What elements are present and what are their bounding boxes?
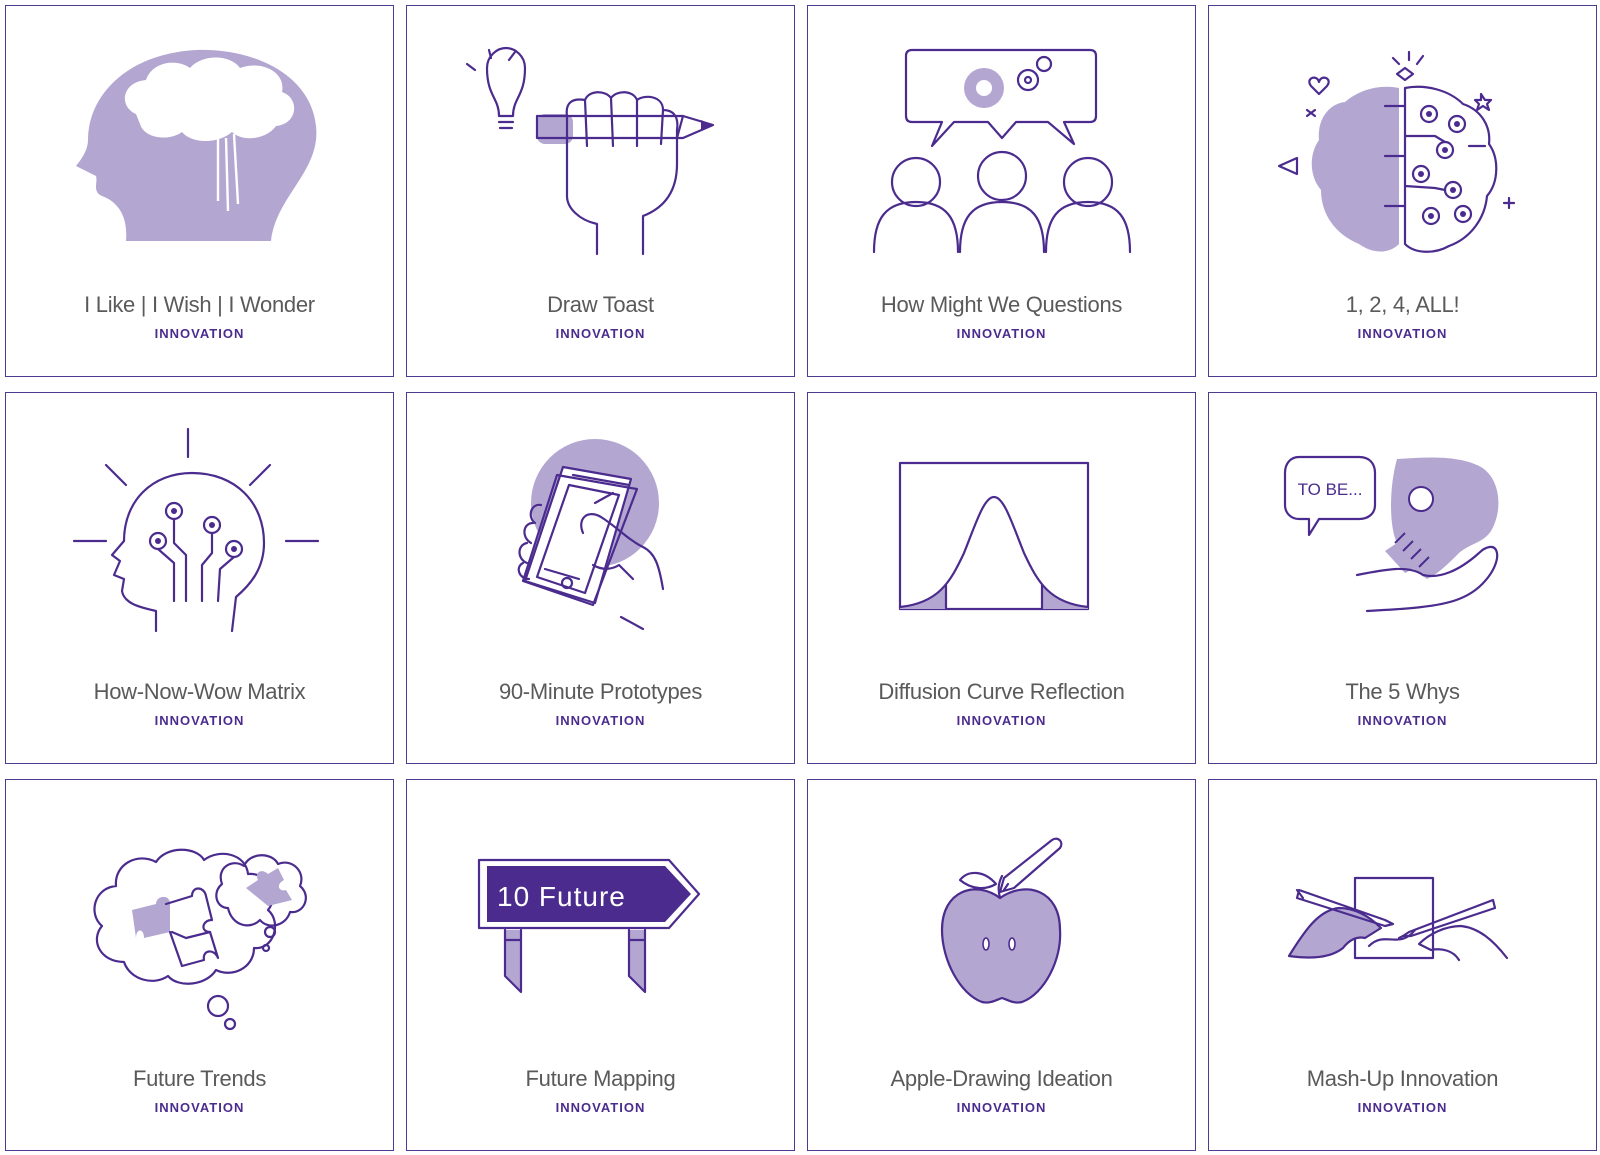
card-mash-up-innovation[interactable]: Mash-Up Innovation INNOVATION bbox=[1208, 779, 1597, 1151]
thought-puzzle-icon bbox=[93, 848, 307, 1031]
head-circuit-icon bbox=[72, 427, 320, 633]
hands-drawing-icon bbox=[1287, 876, 1509, 962]
card-how-might-we-questions[interactable]: How Might We Questions INNOVATION bbox=[807, 5, 1196, 377]
card-category: INNOVATION bbox=[555, 326, 646, 341]
card-category: INNOVATION bbox=[154, 326, 245, 341]
card-title: Draw Toast bbox=[547, 292, 654, 317]
card-the-5-whys[interactable]: TO BE... The 5 Whys INNOVATION bbox=[1208, 392, 1597, 764]
skull-hand-icon: TO BE... bbox=[1283, 455, 1499, 613]
card-future-trends[interactable]: Future Trends INNOVATION bbox=[5, 779, 394, 1151]
card-diffusion-curve-reflection[interactable]: Diffusion Curve Reflection INNOVATION bbox=[807, 392, 1196, 764]
card-category: INNOVATION bbox=[956, 713, 1047, 728]
sign-text: 10 Future bbox=[497, 881, 626, 912]
brain-circuit-icon bbox=[1277, 50, 1516, 253]
card-i-like-i-wish-i-wonder[interactable]: I Like | I Wish | I Wonder INNOVATION bbox=[5, 5, 394, 377]
card-1-2-4-all[interactable]: 1, 2, 4, ALL! INNOVATION bbox=[1208, 5, 1597, 377]
card-category: INNOVATION bbox=[956, 1100, 1047, 1115]
head-cloud-icon bbox=[76, 49, 317, 241]
card-category: INNOVATION bbox=[956, 326, 1047, 341]
card-category: INNOVATION bbox=[1357, 326, 1448, 341]
card-title: The 5 Whys bbox=[1345, 679, 1460, 704]
card-title: I Like | I Wish | I Wonder bbox=[84, 292, 315, 317]
card-title: Diffusion Curve Reflection bbox=[878, 679, 1125, 704]
speech-text: TO BE... bbox=[1298, 480, 1363, 499]
card-title: Mash-Up Innovation bbox=[1306, 1066, 1499, 1091]
card-category: INNOVATION bbox=[1357, 1100, 1448, 1115]
card-category: INNOVATION bbox=[154, 1100, 245, 1115]
bell-curve-icon bbox=[898, 461, 1090, 611]
card-how-now-wow-matrix[interactable]: How-Now-Wow Matrix INNOVATION bbox=[5, 392, 394, 764]
fist-pencil-lightbulb-icon bbox=[465, 46, 715, 256]
card-category: INNOVATION bbox=[154, 713, 245, 728]
card-title: 1, 2, 4, ALL! bbox=[1345, 292, 1460, 317]
card-title: How Might We Questions bbox=[880, 292, 1123, 317]
card-category: INNOVATION bbox=[555, 713, 646, 728]
card-future-mapping[interactable]: 10 Future Future Mapping INNOVATION bbox=[406, 779, 795, 1151]
card-category: INNOVATION bbox=[555, 1100, 646, 1115]
card-title: Apple-Drawing Ideation bbox=[890, 1066, 1113, 1091]
card-title: How-Now-Wow Matrix bbox=[93, 679, 306, 704]
card-apple-drawing-ideation[interactable]: Apple-Drawing Ideation INNOVATION bbox=[807, 779, 1196, 1151]
signpost-icon: 10 Future bbox=[477, 858, 701, 994]
card-90-minute-prototypes[interactable]: 90-Minute Prototypes INNOVATION bbox=[406, 392, 795, 764]
card-title: Future Mapping bbox=[525, 1066, 676, 1091]
card-title: Future Trends bbox=[132, 1066, 267, 1091]
hand-phone-icon bbox=[517, 439, 665, 631]
card-draw-toast[interactable]: Draw Toast INNOVATION bbox=[406, 5, 795, 377]
apple-pencil-icon bbox=[940, 837, 1063, 1004]
group-gears-speech-icon bbox=[872, 48, 1132, 254]
card-title: 90-Minute Prototypes bbox=[498, 679, 703, 704]
card-category: INNOVATION bbox=[1357, 713, 1448, 728]
